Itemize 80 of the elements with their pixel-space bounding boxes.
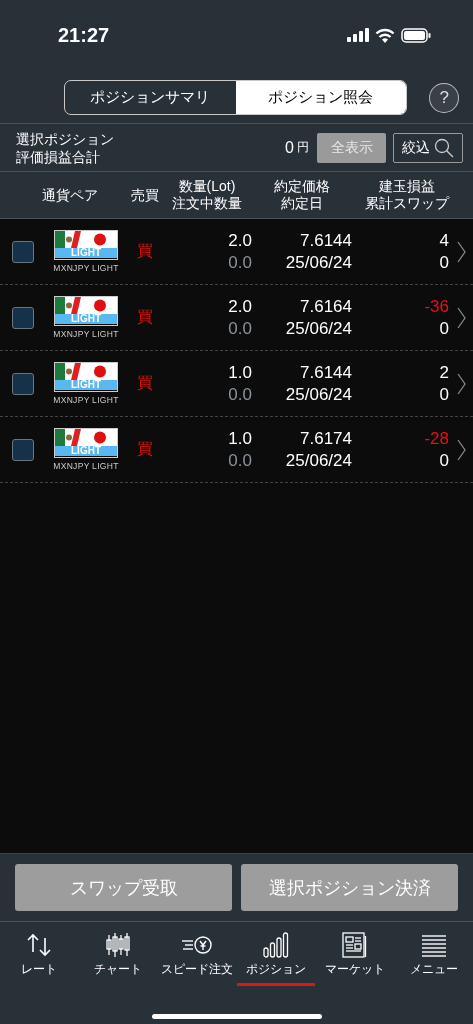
light-badge: LIGHT	[55, 314, 117, 324]
row-checkbox[interactable]	[12, 438, 34, 461]
column-header: 建玉損益	[377, 178, 436, 195]
column-header: 通貨ペア	[41, 186, 99, 204]
signal-icon	[347, 28, 369, 42]
profit-loss: 2	[439, 361, 449, 384]
contract-price: 7.6164	[300, 295, 352, 318]
column-header: 数量(Lot)	[177, 178, 237, 195]
light-badge: LIGHT	[55, 248, 117, 258]
currency-pair: MXNJPY LIGHT	[53, 263, 119, 273]
swap-total: 0	[439, 251, 449, 274]
currency-pair: MXNJPY LIGHT	[53, 329, 119, 339]
menu-icon	[420, 934, 447, 958]
swap-total: 0	[439, 383, 449, 406]
nav-tab[interactable]: チャート	[79, 930, 158, 986]
column-header: 約定日	[280, 195, 324, 212]
lot-quantity: 2.0	[228, 295, 252, 318]
trade-side: 買	[136, 307, 154, 327]
nav-tab[interactable]: スピード注文	[158, 930, 237, 986]
pending-quantity: 0.0	[228, 383, 252, 406]
candlestick-icon	[106, 932, 131, 958]
nav-tab[interactable]: メニュー	[394, 930, 473, 986]
currency-unit: 円	[297, 139, 309, 156]
segment-tab[interactable]: ポジションサマリ	[65, 81, 236, 114]
segment-tab[interactable]: ポジション照会	[235, 81, 407, 114]
flag-icon	[55, 363, 117, 380]
nav-tab[interactable]: マーケット	[315, 930, 394, 986]
swap-total: 0	[439, 449, 449, 472]
flag-icon	[55, 231, 117, 248]
trade-side: 買	[136, 373, 154, 393]
column-header: 約定価格	[273, 178, 331, 195]
column-header: 注文中数量	[171, 195, 243, 212]
contract-date: 25/06/24	[285, 449, 352, 472]
summary-value: 0	[285, 138, 294, 157]
battery-icon	[401, 27, 431, 43]
flag-icon	[55, 429, 117, 446]
flag-icon	[55, 297, 117, 314]
column-header: 累計スワップ	[363, 195, 450, 212]
profit-loss: -36	[424, 295, 449, 318]
lot-quantity: 1.0	[228, 361, 252, 384]
trade-side: 買	[136, 439, 154, 459]
help-button[interactable]: ?	[429, 82, 459, 113]
clock-time: 21:27	[58, 23, 110, 47]
chevron-icon[interactable]	[456, 240, 466, 263]
newspaper-icon	[341, 932, 368, 958]
nav-tab[interactable]: ポジション	[236, 930, 315, 986]
pending-quantity: 0.0	[228, 251, 252, 274]
nav-tab[interactable]: レート	[0, 930, 79, 986]
light-badge: LIGHT	[55, 380, 117, 390]
chevron-icon[interactable]	[456, 372, 466, 395]
search-icon	[434, 137, 454, 158]
pending-quantity: 0.0	[228, 449, 252, 472]
chevron-icon[interactable]	[456, 438, 466, 461]
column-header: 売買	[130, 186, 160, 204]
lot-quantity: 2.0	[228, 229, 252, 252]
currency-pair: MXNJPY LIGHT	[53, 461, 119, 471]
row-checkbox[interactable]	[12, 306, 34, 329]
row-checkbox[interactable]	[12, 372, 34, 395]
contract-price: 7.6174	[300, 427, 352, 450]
lot-quantity: 1.0	[228, 427, 252, 450]
contract-date: 25/06/24	[285, 317, 352, 340]
currency-pair: MXNJPY LIGHT	[53, 395, 119, 405]
trade-side: 買	[136, 241, 154, 261]
chevron-icon[interactable]	[456, 306, 466, 329]
up-down-arrows-icon	[26, 932, 53, 958]
contract-date: 25/06/24	[285, 251, 352, 274]
wifi-icon	[375, 27, 395, 43]
contract-date: 25/06/24	[285, 383, 352, 406]
pending-quantity: 0.0	[228, 317, 252, 340]
profit-loss: 4	[439, 229, 449, 252]
contract-price: 7.6144	[300, 229, 352, 252]
row-checkbox[interactable]	[12, 240, 34, 263]
swap-total: 0	[439, 317, 449, 340]
summary-label: 評価損益合計	[16, 147, 101, 166]
contract-price: 7.6144	[300, 361, 352, 384]
summary-label: 選択ポジション	[16, 129, 115, 148]
profit-loss: -28	[424, 427, 449, 450]
filter-button[interactable]: 絞込	[393, 132, 463, 163]
bar-chart-icon	[262, 932, 289, 958]
light-badge: LIGHT	[55, 446, 117, 456]
